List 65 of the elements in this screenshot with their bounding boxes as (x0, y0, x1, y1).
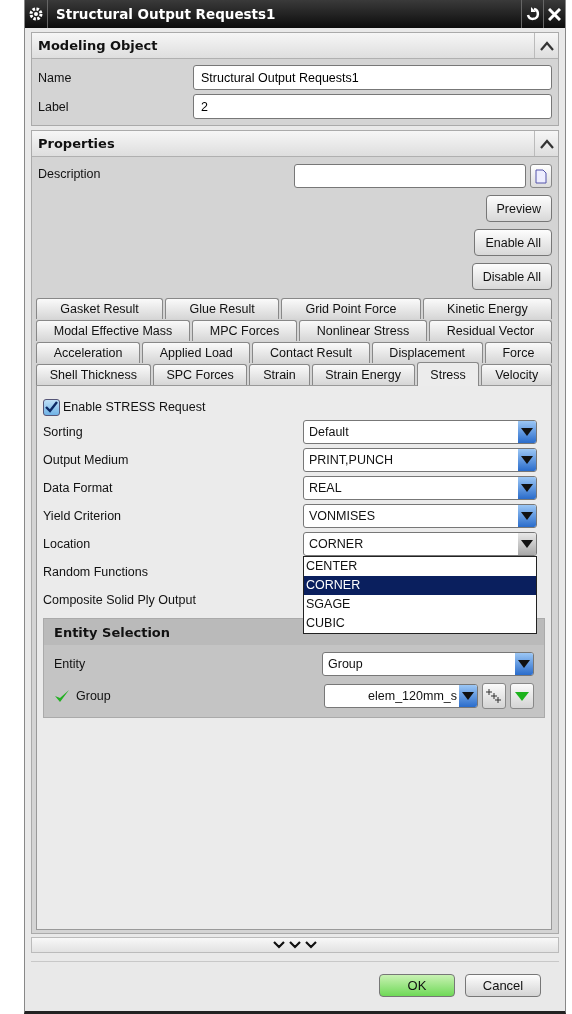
section-title: Properties (37, 136, 116, 151)
tab[interactable]: Displacement (371, 342, 483, 363)
window-title: Structural Output Requests1 (55, 6, 277, 22)
expand-button[interactable] (510, 683, 534, 709)
field-label: Composite Solid Ply Output (43, 593, 196, 607)
section-title: Modeling Object (37, 38, 159, 53)
add-points-button[interactable] (482, 683, 506, 709)
dialog-button[interactable]: Cancel (465, 974, 541, 997)
dropdown[interactable]: PRINT,PUNCH (303, 448, 537, 472)
action-button[interactable]: Disable All (471, 263, 552, 290)
tab[interactable]: Modal Effective Mass (36, 320, 191, 341)
dropdown[interactable]: REAL (303, 476, 537, 500)
tab[interactable]: Glue Result (165, 298, 280, 319)
dropdown-option[interactable]: CORNER (304, 576, 536, 595)
document-icon (535, 168, 547, 184)
field-label: Entity (54, 657, 86, 671)
dropdown[interactable]: elem_120mm_s (324, 684, 478, 708)
plus-signs-icon (486, 688, 502, 704)
description-field[interactable] (294, 164, 526, 188)
action-button[interactable]: Enable All (474, 229, 552, 256)
tab[interactable]: Velocity (481, 364, 552, 385)
tab[interactable]: Nonlinear Stress (299, 320, 427, 341)
tab[interactable]: Kinetic Energy (422, 298, 552, 319)
field-label: Random Functions (43, 565, 148, 579)
tab[interactable]: Acceleration (36, 342, 141, 363)
tab[interactable]: Residual Vector (428, 320, 552, 341)
field-label: Sorting (43, 425, 83, 439)
field-label: Location (43, 537, 91, 551)
chevron-icon (539, 40, 554, 51)
chevron-icon (539, 138, 554, 149)
settings-icon[interactable] (28, 6, 44, 22)
tab[interactable]: Stress (416, 362, 480, 386)
field-label: Name (37, 70, 73, 85)
tab[interactable]: Strain (249, 364, 310, 385)
field-label: Group (76, 689, 111, 703)
dropdown-option[interactable]: CENTER (304, 557, 536, 576)
tab[interactable]: MPC Forces (192, 320, 298, 341)
close-icon (548, 7, 561, 21)
tab[interactable]: SPC Forces (152, 364, 248, 385)
tab[interactable]: Contact Result (252, 342, 370, 363)
dropdown[interactable]: VONMISES (303, 504, 537, 528)
text-field[interactable]: Structural Output Requests1 (193, 65, 552, 90)
reset-icon (525, 7, 540, 21)
field-label: Data Format (43, 481, 113, 495)
expand-chevrons-icon (273, 941, 317, 949)
field-label: Label (37, 99, 70, 114)
dropdown[interactable]: Default (303, 420, 537, 444)
checkbox-label: Enable STRESS Request (63, 400, 206, 414)
field-label: Output Medium (43, 453, 129, 467)
dropdown-option[interactable]: SGAGE (304, 595, 536, 614)
field-label: Yield Criterion (43, 509, 122, 523)
dialog-button[interactable]: OK (379, 974, 455, 997)
tab[interactable]: Gasket Result (36, 298, 164, 319)
tab[interactable]: Grid Point Force (281, 298, 421, 319)
field-label: Description (37, 166, 102, 181)
dropdown[interactable]: Group (322, 652, 534, 676)
tab[interactable]: Force (484, 342, 552, 363)
triangle-icon (515, 691, 529, 701)
document-button[interactable] (530, 164, 552, 188)
checkbox[interactable] (43, 398, 60, 416)
action-button[interactable]: Preview (485, 195, 552, 222)
text-field[interactable]: 2 (193, 94, 552, 119)
tab[interactable]: Applied Load (142, 342, 251, 363)
tab[interactable]: Strain Energy (311, 364, 415, 385)
tab[interactable]: Shell Thickness (36, 364, 151, 385)
